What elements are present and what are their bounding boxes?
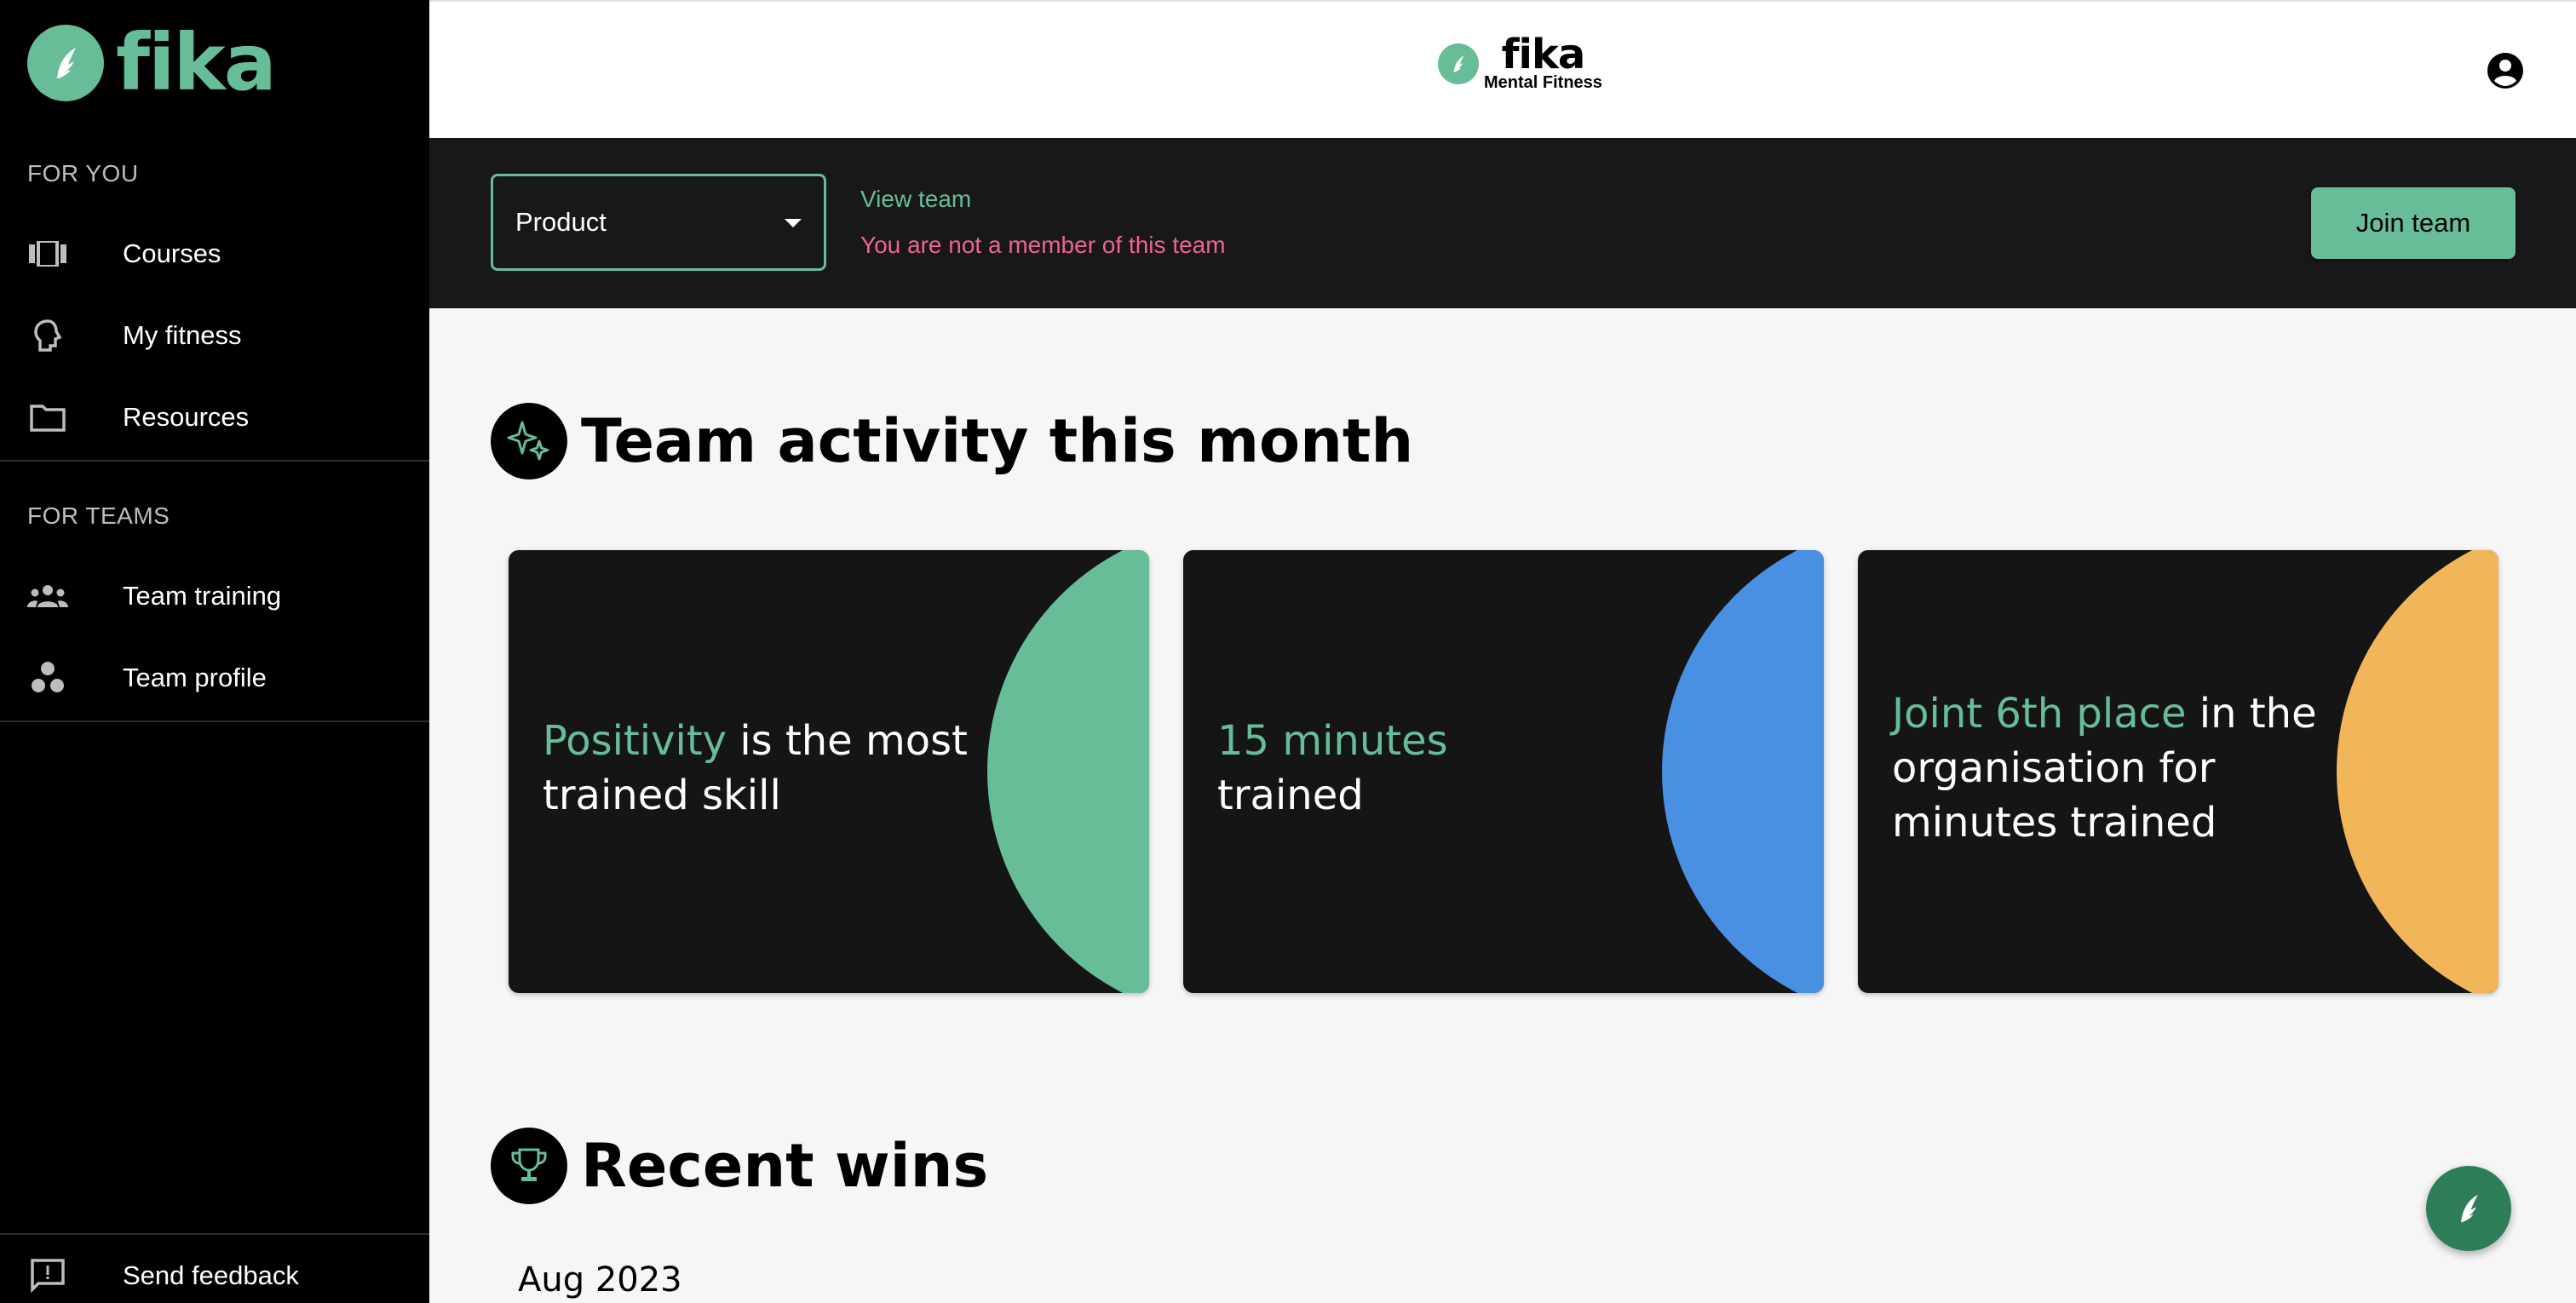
wins-title: Recent wins [581,1131,989,1201]
activity-title: Team activity this month [581,406,1414,476]
for-you-label: FOR YOU [27,160,139,187]
card-rest: trained [1217,772,1364,819]
chevron-down-icon [785,219,802,227]
activity-heading: Team activity this month [491,403,1413,479]
sidebar-item-courses[interactable]: Courses [0,213,429,295]
fika-leaf-icon [1438,43,1479,84]
sidebar-item-label: Courses [123,238,221,268]
view-team-link[interactable]: View team [860,186,971,213]
sidebar-item-resources[interactable]: Resources [0,376,429,458]
sidebar-item-my-fitness[interactable]: My fitness [0,295,429,376]
trophy-icon [491,1128,567,1204]
brand-name: fika [116,17,277,108]
top-bar: fika Mental Fitness [429,0,2576,138]
sidebar: fika FOR YOU Courses My fitness Resource… [0,0,429,1303]
sidebar-divider [0,460,429,462]
account-icon[interactable] [2486,51,2525,90]
courses-icon [27,233,68,274]
wins-heading: Recent wins [491,1128,988,1204]
sidebar-item-label: Team profile [123,663,267,692]
activity-card-ranking: Joint 6th place in the organisation for … [1858,550,2498,993]
sidebar-item-label: Team training [123,581,282,611]
card-text: 15 minutes trained [1217,714,1677,823]
activity-card-minutes: 15 minutes trained [1183,550,1824,993]
team-profile-icon [27,657,68,698]
sidebar-item-team-training[interactable]: Team training [0,555,429,637]
send-feedback-label: Send feedback [123,1260,299,1290]
sidebar-item-label: My fitness [123,320,242,350]
team-icon [27,576,68,617]
team-select-value: Product [515,207,607,237]
team-select[interactable]: Product [491,174,826,271]
fika-leaf-icon [2461,1194,2478,1223]
wins-month-label: Aug 2023 [518,1260,682,1300]
card-text: Positivity is the most trained skill [543,714,1003,823]
head-icon [27,315,68,356]
team-bar: Product View team You are not a member o… [429,138,2576,308]
send-feedback-button[interactable]: Send feedback [0,1235,429,1303]
card-text: Joint 6th place in the organisation for … [1892,686,2335,850]
join-team-button[interactable]: Join team [2311,187,2516,259]
folder-icon [27,397,68,438]
card-accent-shape [2337,550,2498,993]
sidebar-item-label: Resources [123,402,250,432]
brand-logo[interactable]: fika [27,17,277,108]
app-root: fika FOR YOU Courses My fitness Resource… [0,0,2576,1303]
card-accent-shape [987,550,1149,993]
card-highlight: 15 minutes [1217,717,1448,765]
activity-card-top-skill: Positivity is the most trained skill [509,550,1149,993]
fika-chat-button[interactable] [2426,1166,2511,1251]
header-logo-subtitle: Mental Fitness [1484,73,1602,92]
fika-leaf-icon [27,25,104,101]
sidebar-divider [0,720,429,722]
card-accent-shape [1662,550,1824,993]
for-teams-label: FOR TEAMS [27,502,170,529]
membership-status: You are not a member of this team [860,232,1226,258]
card-highlight: Joint 6th place [1892,690,2187,738]
card-highlight: Positivity [543,717,727,765]
header-logo-word: fika [1501,31,1586,78]
feedback-icon [27,1255,68,1296]
sidebar-item-team-profile[interactable]: Team profile [0,637,429,719]
sparkles-icon [491,403,567,479]
header-logo[interactable]: fika Mental Fitness [1438,34,1602,93]
